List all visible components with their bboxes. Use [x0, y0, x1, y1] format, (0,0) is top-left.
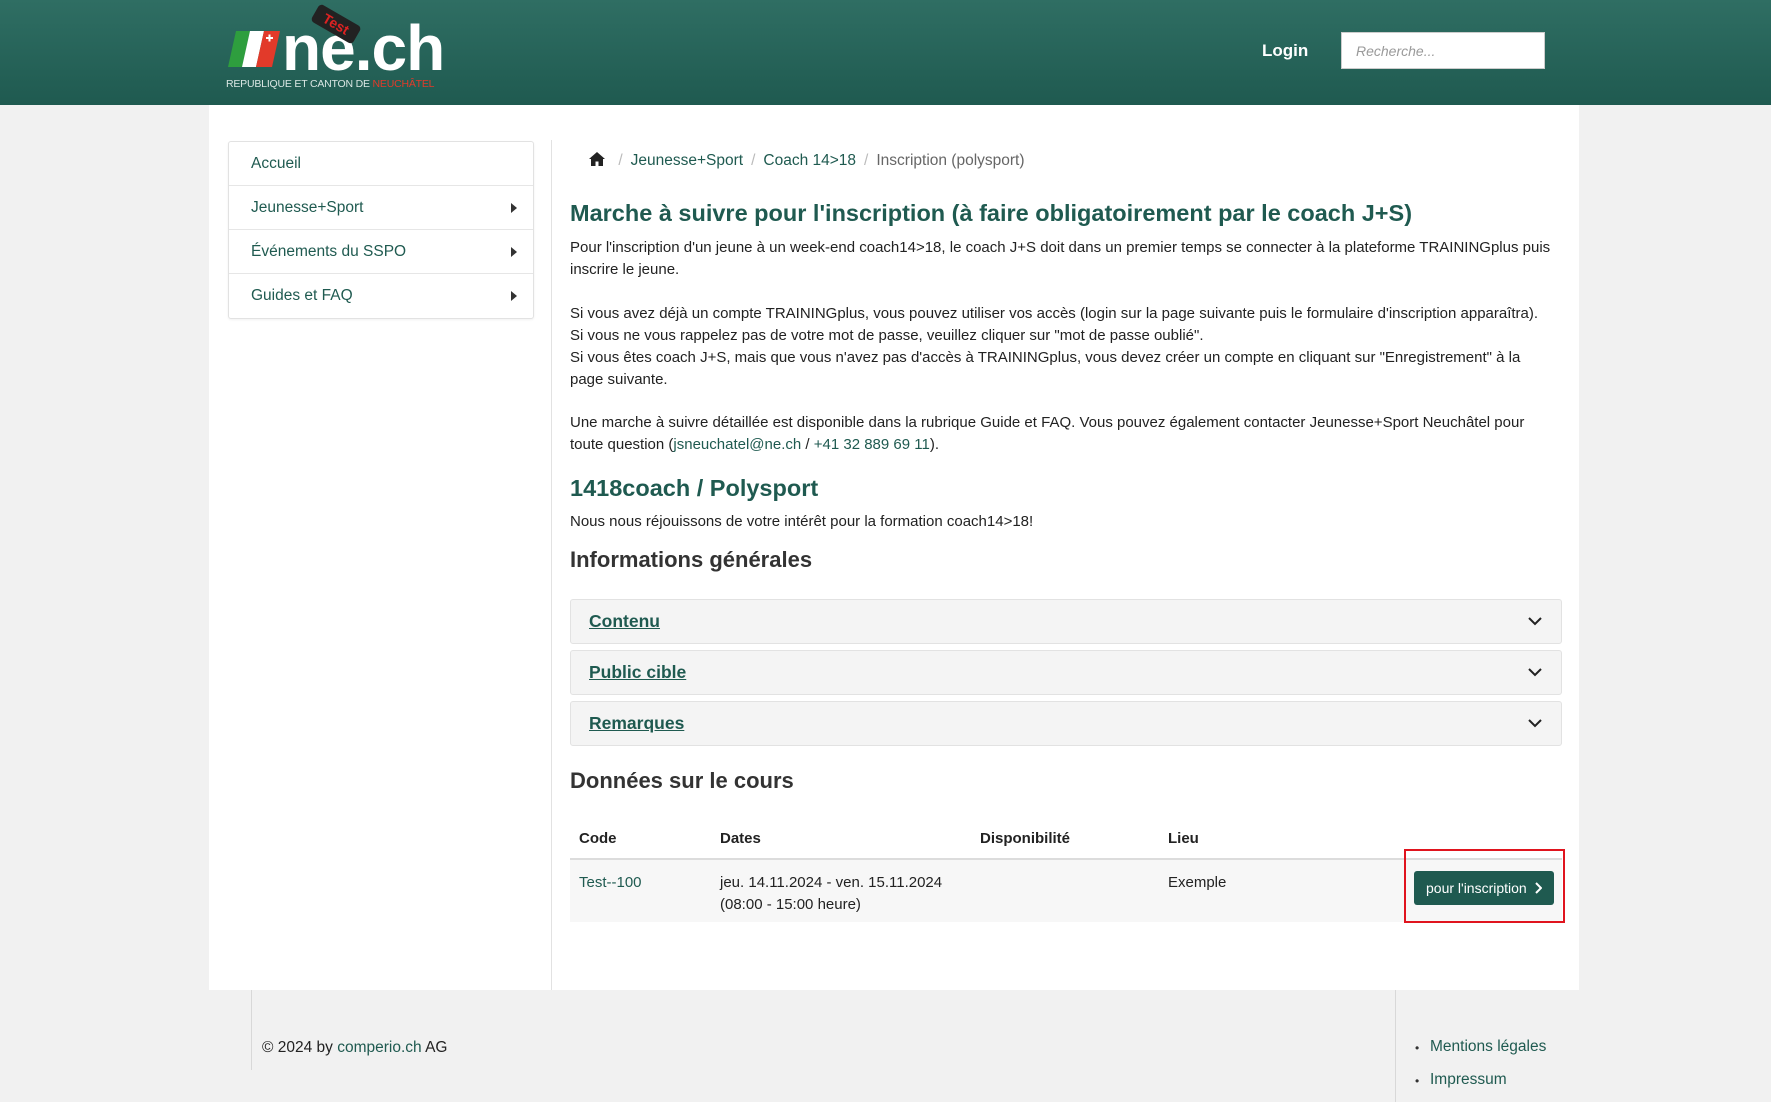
- sidebar-item-jeunesse-sport[interactable]: Jeunesse+Sport: [229, 186, 533, 230]
- column-header-dates: Dates: [720, 830, 761, 847]
- cell-dates: jeu. 14.11.2024 - ven. 15.11.2024 (08:00 …: [720, 872, 942, 916]
- footer-divider-left: [251, 990, 252, 1070]
- accordion-label: Contenu: [589, 611, 660, 631]
- course-title: 1418coach / Polysport: [570, 475, 819, 501]
- account-paragraph-line: Si vous ne vous rappelez pas de votre mo…: [570, 327, 1204, 344]
- page-title: Marche à suivre pour l'inscription (à fa…: [570, 200, 1413, 226]
- breadcrumb-item[interactable]: Coach 14>18: [763, 152, 856, 169]
- copyright-prefix: © 2024 by: [262, 1039, 338, 1056]
- intro-paragraph: Pour l'inscription d'un jeune à un week-…: [570, 239, 1551, 278]
- footer-divider-right: [1395, 990, 1396, 1102]
- search-input[interactable]: [1341, 32, 1545, 69]
- register-button[interactable]: pour l'inscription: [1414, 871, 1554, 905]
- footer-link-item: Mentions légales: [1415, 1038, 1546, 1071]
- footer-link-item: Impressum: [1415, 1071, 1546, 1102]
- caret-right-icon: [511, 247, 517, 257]
- accordion-public-cible[interactable]: Public cible: [570, 650, 1562, 695]
- chevron-down-icon: [1528, 668, 1542, 677]
- contact-separator: /: [801, 436, 814, 453]
- phone-link[interactable]: +41 32 889 69 11: [814, 436, 930, 453]
- sidebar-nav: Accueil Jeunesse+Sport Événements du SSP…: [228, 141, 534, 319]
- site-logo[interactable]: ne.ch Test REPUBLIQUE ET CANTON DE NEUCH…: [226, 3, 456, 94]
- sidebar-item-label: Guides et FAQ: [251, 287, 353, 304]
- site-header: ne.ch Test REPUBLIQUE ET CANTON DE NEUCH…: [0, 0, 1771, 105]
- column-header-disponibilite: Disponibilité: [980, 830, 1070, 847]
- home-icon: [589, 152, 605, 166]
- breadcrumb-item[interactable]: Jeunesse+Sport: [631, 152, 743, 169]
- content-divider: [551, 140, 552, 990]
- column-header-lieu: Lieu: [1168, 830, 1199, 847]
- email-link[interactable]: jsneuchatel@ne.ch: [673, 436, 801, 453]
- chevron-down-icon: [1528, 617, 1542, 626]
- logo-subtitle: REPUBLIQUE ET CANTON DE NEUCHÂTEL: [226, 78, 435, 90]
- contact-paragraph: Une marche à suivre détaillée est dispon…: [570, 412, 1555, 456]
- account-paragraph-line: Si vous êtes coach J+S, mais que vous n'…: [570, 349, 1521, 388]
- breadcrumb: / Jeunesse+Sport / Coach 14>18 / Inscription …: [588, 151, 1025, 171]
- breadcrumb-separator: /: [864, 152, 869, 169]
- copyright-suffix: AG: [421, 1039, 448, 1056]
- impressum-link[interactable]: Impressum: [1430, 1071, 1507, 1088]
- logo-text: ne.ch: [282, 12, 445, 84]
- accordion-label: Public cible: [589, 662, 687, 682]
- column-header-code: Code: [579, 830, 617, 847]
- login-link[interactable]: Login: [1262, 41, 1308, 61]
- course-data-heading: Données sur le cours: [570, 768, 794, 793]
- chevron-down-icon: [1528, 719, 1542, 728]
- caret-right-icon: [511, 291, 517, 301]
- neuchatel-flag-icon: [228, 31, 280, 67]
- accordion-remarques[interactable]: Remarques: [570, 701, 1562, 746]
- breadcrumb-separator: /: [618, 152, 623, 169]
- sidebar-item-evenements[interactable]: Événements du SSPO: [229, 230, 533, 274]
- sidebar-item-accueil[interactable]: Accueil: [229, 142, 533, 186]
- sidebar-item-label: Événements du SSPO: [251, 243, 407, 260]
- sidebar-item-guides-faq[interactable]: Guides et FAQ: [229, 274, 533, 318]
- highlight-box: pour l'inscription: [1404, 849, 1565, 923]
- accordion-label: Remarques: [589, 713, 685, 733]
- account-paragraph: Si vous avez déjà un compte TRAININGplus…: [570, 303, 1555, 391]
- logo-subtitle-prefix: REPUBLIQUE ET CANTON DE: [226, 78, 373, 90]
- mentions-legales-link[interactable]: Mentions légales: [1430, 1038, 1546, 1055]
- breadcrumb-current: Inscription (polysport): [876, 152, 1025, 169]
- register-button-label: pour l'inscription: [1426, 880, 1527, 896]
- cell-code: Test--100: [579, 872, 642, 894]
- sidebar-item-label: Jeunesse+Sport: [251, 199, 364, 216]
- course-code-link[interactable]: Test--100: [579, 874, 642, 891]
- general-info-heading: Informations générales: [570, 547, 813, 572]
- account-paragraph-line: Si vous avez déjà un compte TRAININGplus…: [570, 305, 1539, 322]
- dates-hours: (08:00 - 15:00 heure): [720, 896, 861, 913]
- footer-links: Mentions légales Impressum: [1415, 1038, 1546, 1102]
- contact-suffix: ).: [929, 436, 939, 453]
- breadcrumb-separator: /: [751, 152, 756, 169]
- course-intro: Nous nous réjouissons de votre intérêt p…: [570, 513, 1034, 530]
- caret-right-icon: [511, 203, 517, 213]
- dates-range: jeu. 14.11.2024 - ven. 15.11.2024: [720, 874, 943, 891]
- chevron-right-icon: [1535, 882, 1542, 894]
- accordion-contenu[interactable]: Contenu: [570, 599, 1562, 644]
- comperio-link[interactable]: comperio.ch: [337, 1039, 421, 1056]
- copyright: © 2024 by comperio.ch AG: [262, 1039, 448, 1057]
- sidebar-item-label: Accueil: [251, 155, 301, 172]
- cell-lieu: Exemple: [1168, 874, 1227, 891]
- logo-subtitle-highlight: NEUCHÂTEL: [372, 78, 435, 90]
- breadcrumb-home[interactable]: [588, 152, 610, 169]
